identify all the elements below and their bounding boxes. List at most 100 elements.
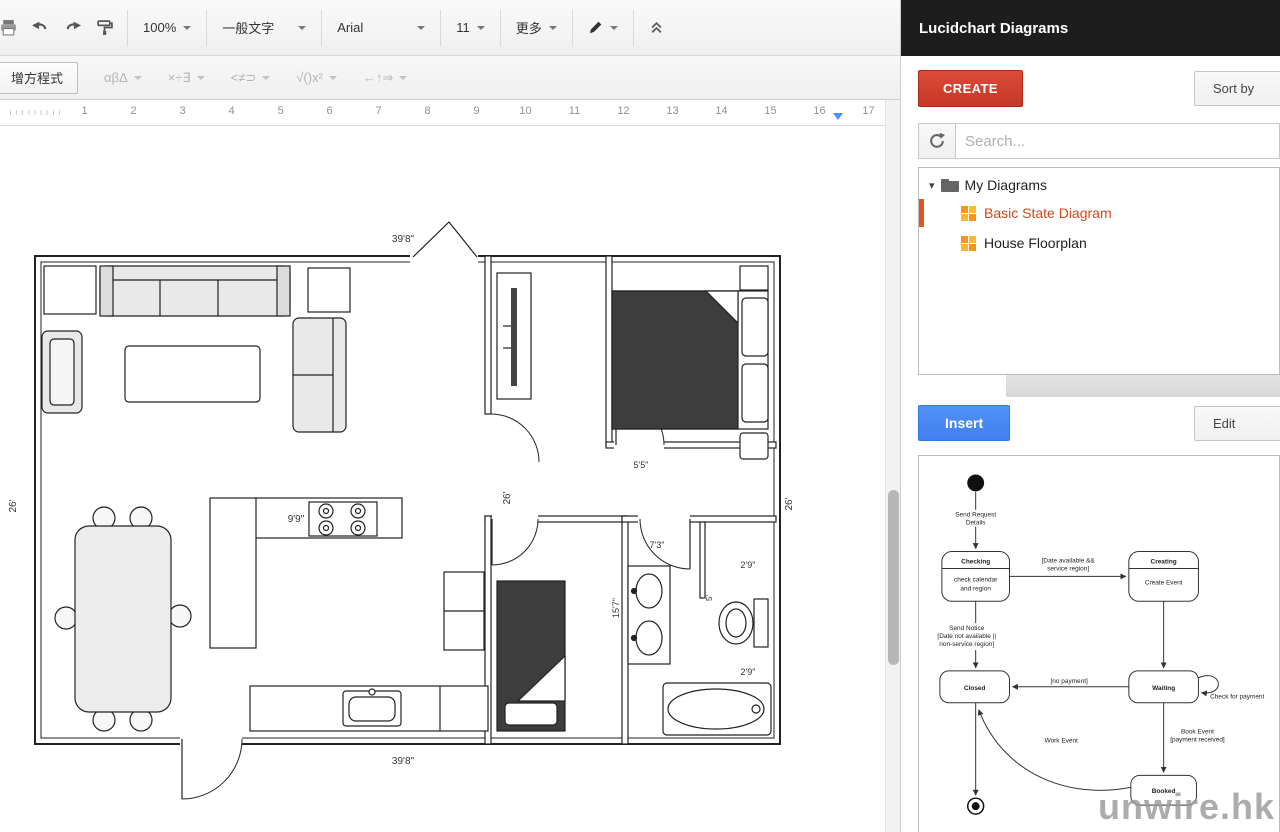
insert-button[interactable]: Insert [918, 405, 1010, 441]
svg-text:9'9": 9'9" [288, 514, 305, 525]
search-row [918, 123, 1280, 159]
printer-icon [0, 19, 17, 36]
top-actions-row: CREATE Sort by [918, 70, 1280, 107]
sort-by-button[interactable]: Sort by [1194, 71, 1280, 106]
armchair [42, 331, 82, 413]
pencil-icon [588, 20, 603, 35]
folder-icon [941, 179, 959, 192]
edit-button[interactable]: Edit [1194, 406, 1280, 441]
state-diagram-preview[interactable]: Send Request Details Checking check cale… [918, 455, 1280, 832]
docs-canvas[interactable]: 39'8" 39'8" 26' 26' 26' 9'9" 5'5" 7'3" 1… [0, 126, 900, 832]
refresh-icon [928, 132, 946, 150]
print-icon[interactable] [0, 11, 24, 45]
svg-text:2'9": 2'9" [741, 667, 756, 677]
tree-item-basic-state-diagram[interactable]: Basic State Diagram [919, 198, 1279, 228]
svg-text:Check for payment: Check for payment [1210, 694, 1264, 701]
chevron-down-icon [134, 76, 142, 80]
svg-text:Details: Details [966, 520, 986, 527]
chevron-down-icon [417, 26, 425, 30]
folder-my-diagrams[interactable]: ▾ My Diagrams [919, 168, 1279, 198]
chevron-down-icon [549, 26, 557, 30]
create-button[interactable]: CREATE [918, 70, 1023, 107]
lucidchart-panel: Lucidchart Diagrams CREATE Sort by ▾ [900, 0, 1280, 832]
equation-operations-menu[interactable]: ×÷∃ [168, 70, 205, 86]
equation-relations-menu[interactable]: <≠⊃ [231, 70, 271, 86]
font-select[interactable]: Arial [329, 11, 433, 45]
chevron-down-icon [262, 76, 270, 80]
svg-text:non-service region]: non-service region] [939, 641, 994, 648]
bathroom-vanity [628, 566, 670, 664]
coffee-table [125, 346, 260, 402]
svg-text:Create Event: Create Event [1145, 579, 1183, 586]
svg-text:15'7": 15'7" [611, 598, 621, 618]
svg-text:service region]: service region] [1047, 565, 1089, 572]
toolbar-separator [440, 10, 441, 46]
svg-text:5': 5' [705, 595, 714, 601]
svg-text:Book Event: Book Event [1181, 729, 1214, 736]
undo-icon [32, 19, 49, 36]
svg-text:Work Event: Work Event [1045, 737, 1078, 744]
new-equation-button[interactable]: 增方程式 [0, 62, 78, 94]
chevron-down-icon [399, 76, 407, 80]
font-size-select[interactable]: 11 [448, 11, 493, 45]
svg-text:check calendar: check calendar [954, 576, 998, 583]
redo-button[interactable] [56, 11, 88, 45]
paint-roller-icon [96, 19, 113, 36]
svg-text:[Date not available ||: [Date not available || [937, 633, 996, 640]
refresh-button[interactable] [918, 123, 956, 159]
ruler-numbers: 1234567891011121314151617 [60, 105, 893, 117]
end-table [44, 266, 96, 314]
svg-text:Send Notice: Send Notice [949, 625, 985, 632]
equation-math-menu[interactable]: √()x² [296, 70, 337, 85]
equation-arrows-menu[interactable]: ←↑⇒ [363, 70, 407, 86]
tree-item-house-floorplan[interactable]: House Floorplan [919, 228, 1279, 258]
disclosure-triangle-icon: ▾ [929, 179, 935, 192]
state-diagram-svg: Send Request Details Checking check cale… [919, 456, 1280, 832]
zoom-select[interactable]: 100% [135, 11, 199, 45]
initial-state [967, 474, 984, 491]
bottom-actions-row: Insert Edit [918, 405, 1280, 441]
fridge [444, 572, 484, 650]
svg-text:7'3": 7'3" [650, 540, 665, 550]
diagrams-tree: ▾ My Diagrams Basic State Diagram House … [918, 167, 1280, 375]
chevron-down-icon [477, 26, 485, 30]
toolbar-separator [321, 10, 322, 46]
font-value: Arial [337, 20, 363, 35]
vertical-scrollbar[interactable] [885, 100, 900, 832]
paint-format-button[interactable] [88, 11, 120, 45]
svg-text:Checking: Checking [961, 558, 990, 565]
redo-icon [64, 19, 81, 36]
bathtub [663, 683, 771, 735]
font-size-value: 11 [456, 20, 470, 35]
toolbar-separator [572, 10, 573, 46]
floorplan-drawing[interactable]: 39'8" 39'8" 26' 26' 26' 9'9" 5'5" 7'3" 1… [0, 126, 885, 832]
line-tool-select[interactable] [580, 11, 626, 45]
svg-text:39'8": 39'8" [392, 234, 415, 245]
paragraph-style-select[interactable]: 一般文字 [214, 11, 314, 45]
dining-table [55, 507, 191, 731]
svg-text:[payment received]: [payment received] [1170, 737, 1225, 744]
collapse-toolbar-button[interactable] [641, 11, 673, 45]
toolbar-separator [500, 10, 501, 46]
scrollbar-thumb[interactable] [888, 490, 899, 665]
loveseat [293, 318, 346, 432]
undo-button[interactable] [24, 11, 56, 45]
toolbar-separator [206, 10, 207, 46]
svg-text:26': 26' [502, 491, 513, 504]
toolbar-separator [633, 10, 634, 46]
indent-marker[interactable] [833, 113, 843, 120]
search-input[interactable] [956, 123, 1280, 159]
second-bed [497, 581, 565, 731]
chevron-down-icon [610, 26, 618, 30]
equation-toolbar: 增方程式 αβΔ ×÷∃ <≠⊃ √()x² ←↑⇒ [0, 56, 900, 100]
paragraph-style-value: 一般文字 [222, 18, 274, 37]
svg-text:Closed: Closed [964, 685, 986, 692]
svg-text:Creating: Creating [1151, 558, 1177, 565]
chevron-down-icon [183, 26, 191, 30]
svg-text:[Date available &&: [Date available && [1042, 557, 1096, 564]
toolbar-separator [127, 10, 128, 46]
kitchen-sink [343, 689, 401, 726]
more-formats-select[interactable]: 更多 [508, 11, 565, 45]
equation-greek-menu[interactable]: αβΔ [104, 70, 142, 85]
chevron-down-icon [298, 26, 306, 30]
